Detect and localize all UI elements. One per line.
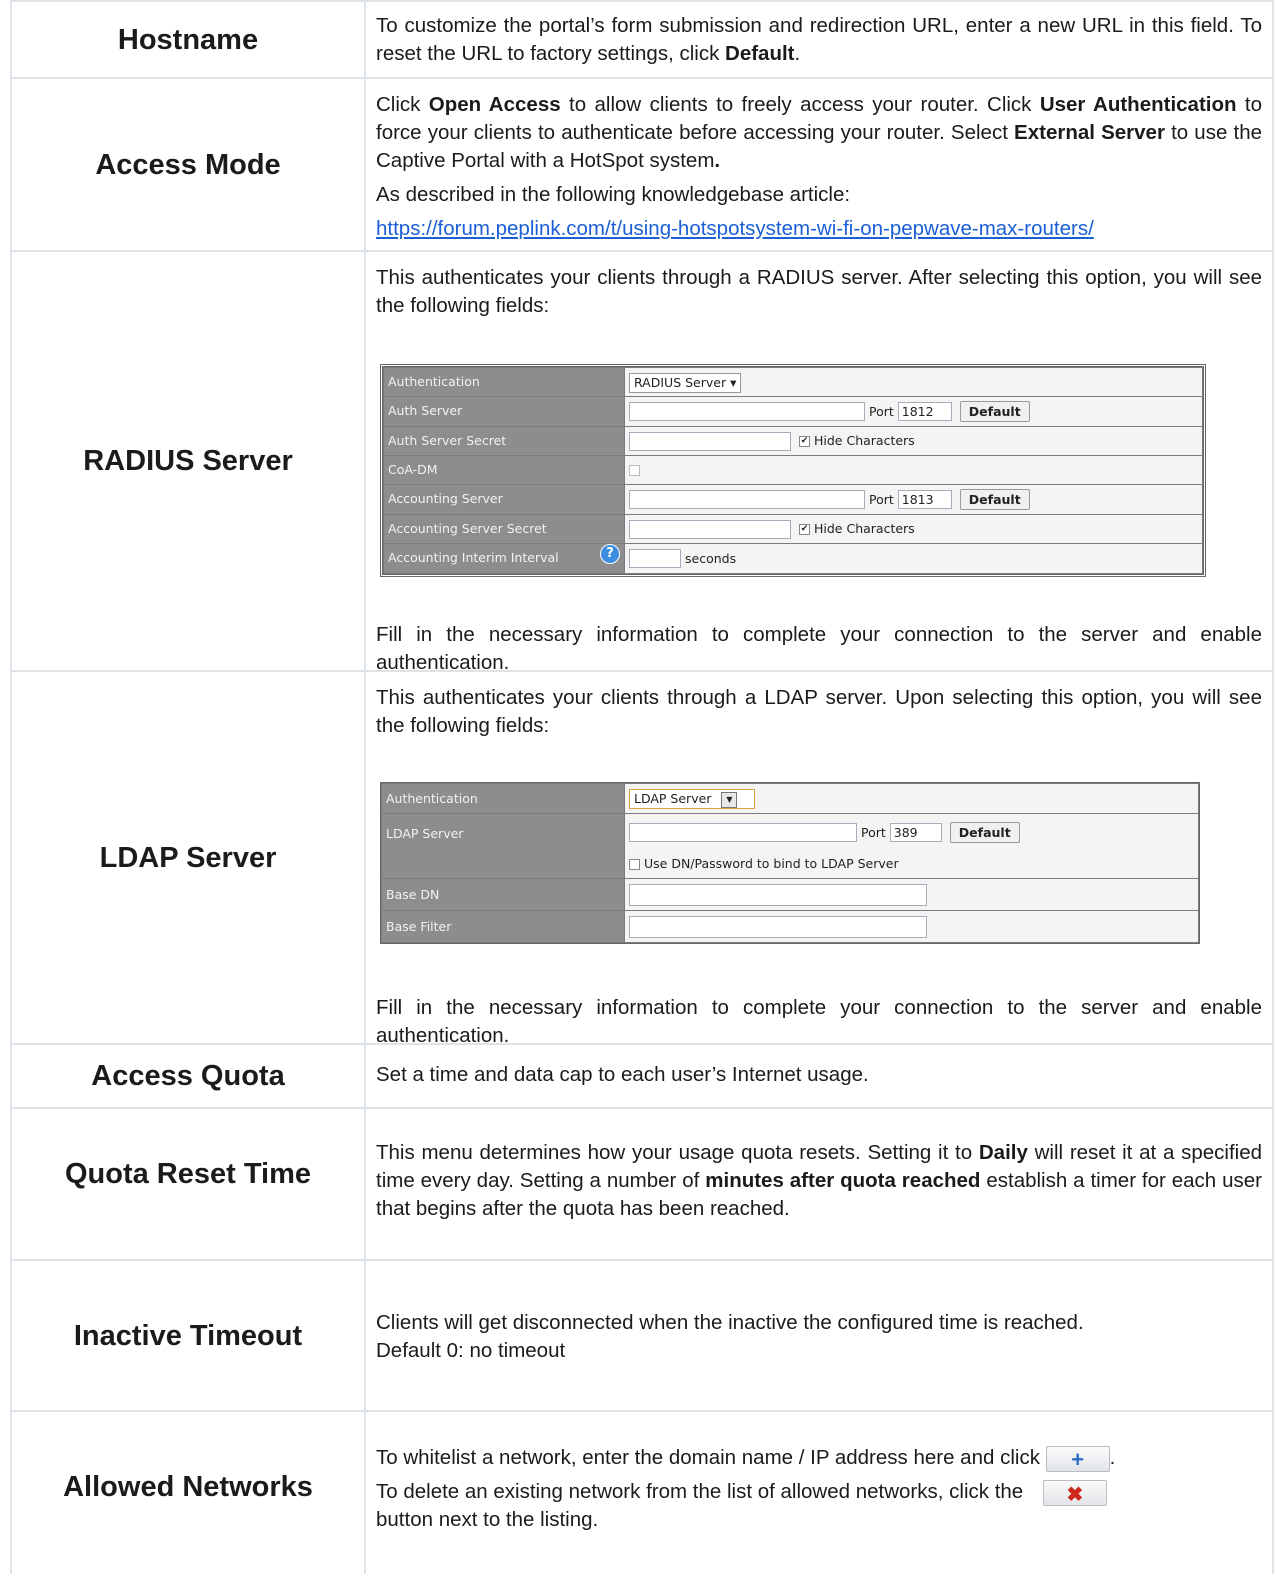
- ldap-server-input[interactable]: [629, 823, 857, 842]
- accounting-secret-input[interactable]: [629, 519, 791, 539]
- row-quota-reset-time: Quota Reset Time This menu determines ho…: [10, 1109, 1274, 1261]
- row-description: Click Open Access to allow clients to fr…: [364, 79, 1274, 250]
- accounting-server-label: Accounting Server: [383, 484, 625, 515]
- row-label: Hostname: [10, 2, 364, 77]
- auth-server-input[interactable]: [629, 402, 865, 421]
- row-description: This authenticates your clients through …: [364, 252, 1274, 674]
- interim-interval-label: Accounting Interim Interval?: [383, 543, 625, 574]
- ldap-default-button[interactable]: Default: [949, 822, 1020, 843]
- row-ldap-server: LDAP Server This authenticates your clie…: [10, 672, 1274, 1047]
- row-label: Access Mode: [10, 79, 364, 250]
- radius-settings-table: Authentication RADIUS Server ▾ Auth Serv…: [380, 364, 1206, 577]
- row-label: Allowed Networks: [10, 1412, 364, 1574]
- accounting-server-input[interactable]: [629, 490, 865, 509]
- row-description: Clients will get disconnected when the i…: [364, 1261, 1274, 1410]
- knowledgebase-link[interactable]: https://forum.peplink.com/t/using-hotspo…: [376, 217, 1094, 240]
- auth-port-input[interactable]: 1812: [897, 402, 952, 421]
- auth-secret-input[interactable]: [629, 431, 791, 451]
- ldap-port-input[interactable]: 389: [889, 823, 942, 842]
- row-inactive-timeout: Inactive Timeout Clients will get discon…: [10, 1261, 1274, 1412]
- auth-hide-characters-checkbox[interactable]: ✔: [799, 435, 810, 447]
- row-allowed-networks: Allowed Networks To whitelist a network,…: [10, 1412, 1274, 1574]
- auth-server-label: Auth Server: [383, 396, 625, 427]
- row-description: To whitelist a network, enter the domain…: [364, 1412, 1274, 1574]
- help-icon[interactable]: ?: [600, 544, 620, 565]
- delete-network-button[interactable]: ✖: [1042, 1479, 1107, 1506]
- base-filter-label: Base Filter: [381, 910, 625, 943]
- ldap-authentication-label: Authentication: [381, 783, 625, 814]
- row-description: This authenticates your clients through …: [364, 672, 1274, 1047]
- accounting-hide-characters-checkbox[interactable]: ✔: [799, 523, 810, 535]
- accounting-default-button[interactable]: Default: [959, 489, 1030, 510]
- authentication-select[interactable]: RADIUS Server ▾: [629, 372, 742, 393]
- row-hostname: Hostname To customize the portal’s form …: [10, 2, 1274, 79]
- row-access-mode: Access Mode Click Open Access to allow c…: [10, 79, 1274, 252]
- row-access-quota: Access Quota Set a time and data cap to …: [10, 1045, 1274, 1109]
- base-filter-input[interactable]: [629, 916, 927, 938]
- auth-default-button[interactable]: Default: [959, 401, 1030, 422]
- row-label: LDAP Server: [10, 672, 364, 1043]
- row-description: To customize the portal’s form submissio…: [364, 2, 1274, 77]
- row-label: RADIUS Server: [10, 252, 364, 670]
- row-description: This menu determines how your usage quot…: [364, 1109, 1274, 1259]
- interim-interval-input[interactable]: [629, 549, 681, 568]
- ldap-authentication-select[interactable]: LDAP Server ▼: [629, 789, 755, 809]
- bind-dn-checkbox[interactable]: [629, 858, 640, 870]
- row-label: Access Quota: [10, 1045, 364, 1107]
- knowledgebase-text: As described in the following knowledgeb…: [376, 183, 851, 206]
- accounting-secret-label: Accounting Server Secret: [383, 513, 625, 544]
- add-network-button[interactable]: +: [1045, 1445, 1110, 1472]
- auth-secret-label: Auth Server Secret: [383, 425, 625, 456]
- row-label: Inactive Timeout: [10, 1261, 364, 1410]
- row-radius-server: RADIUS Server This authenticates your cl…: [10, 252, 1274, 674]
- ldap-server-label: LDAP Server: [381, 813, 625, 879]
- delete-x-icon: ✖: [1066, 1483, 1084, 1506]
- base-dn-label: Base DN: [381, 878, 625, 911]
- authentication-label: Authentication: [383, 367, 625, 397]
- accounting-port-input[interactable]: 1813: [897, 490, 952, 509]
- coa-dm-label: CoA-DM: [383, 455, 625, 485]
- plus-icon: +: [1071, 1446, 1085, 1472]
- ldap-settings-table: Authentication LDAP Server ▼ LDAP Server …: [380, 782, 1200, 944]
- row-label: Quota Reset Time: [10, 1109, 364, 1259]
- coa-dm-checkbox[interactable]: [629, 465, 640, 476]
- base-dn-input[interactable]: [629, 884, 927, 906]
- settings-help-document: Hostname To customize the portal’s form …: [10, 0, 1274, 1574]
- row-description: Set a time and data cap to each user’s I…: [364, 1045, 1274, 1107]
